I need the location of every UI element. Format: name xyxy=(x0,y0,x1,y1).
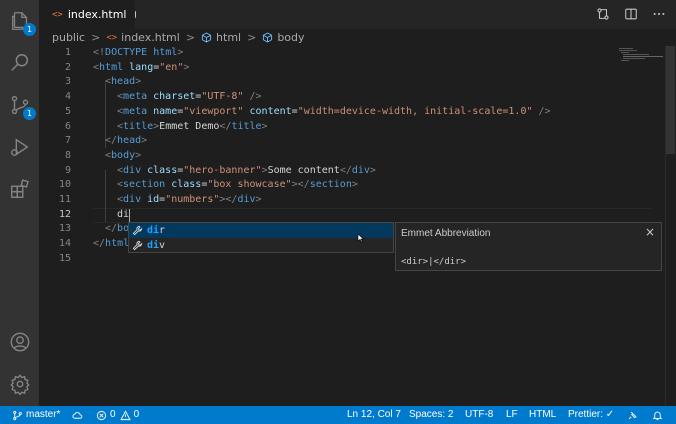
code-line: <meta name="viewport" content="width=dev… xyxy=(117,105,551,117)
line-number: 10 xyxy=(58,179,71,191)
breadcrumb-symbol-body[interactable]: body xyxy=(277,31,304,44)
breadcrumb-separator: > xyxy=(185,31,196,44)
suggestion-item[interactable]: di r xyxy=(129,223,393,238)
tab-index-html[interactable]: <> index.html xyxy=(39,0,135,29)
tab-bar: <> index.html xyxy=(39,0,676,29)
search-icon[interactable] xyxy=(7,50,32,75)
emmet-wrench-icon xyxy=(132,240,143,251)
minimap[interactable] xyxy=(617,46,665,106)
code-line: </html xyxy=(93,238,130,250)
notifications-button[interactable] xyxy=(652,406,666,424)
encoding[interactable]: UTF-8 xyxy=(465,406,493,424)
split-editor-icon[interactable] xyxy=(624,7,638,21)
code-line: </head> xyxy=(105,135,148,147)
account-icon[interactable] xyxy=(7,329,32,354)
git-branch-icon xyxy=(13,410,22,420)
code-line: <title>Emmet Demo</title> xyxy=(117,120,268,132)
scm-badge: 1 xyxy=(23,107,36,120)
extensions-icon[interactable] xyxy=(7,176,32,201)
sync-button[interactable] xyxy=(72,406,86,424)
warning-icon xyxy=(119,409,131,420)
explorer-icon[interactable]: 1 xyxy=(7,8,36,36)
code-line: <html lang="en"> xyxy=(93,61,190,73)
code-line: <body> xyxy=(105,149,142,161)
line-number: 2 xyxy=(64,61,71,73)
cloud-upload-icon xyxy=(72,411,83,419)
code-line: <div id="numbers"></div> xyxy=(117,194,262,205)
symbol-cube-icon xyxy=(201,32,212,43)
open-changes-icon[interactable] xyxy=(596,7,610,21)
line-number: 1 xyxy=(64,47,71,58)
current-line-highlight xyxy=(93,208,653,223)
suggestion-details: Emmet Abbreviation × <dir>|</dir> xyxy=(395,222,662,271)
line-number: 11 xyxy=(58,194,71,205)
line-number: 13 xyxy=(58,223,71,235)
details-title: Emmet Abbreviation xyxy=(401,228,491,239)
emmet-wrench-icon xyxy=(132,225,143,236)
unsaved-dot-icon[interactable] xyxy=(134,11,135,18)
line-number: 15 xyxy=(58,252,71,264)
suggestion-item[interactable]: di v xyxy=(129,238,393,253)
code-line: <meta charset="UTF-8" /> xyxy=(117,91,262,103)
vertical-scrollbar-thumb[interactable] xyxy=(666,46,675,154)
html-file-icon: <> xyxy=(52,9,63,20)
more-actions-icon[interactable] xyxy=(652,7,666,21)
bell-icon xyxy=(652,411,663,420)
tab-label: index.html xyxy=(67,8,127,21)
line-number: 6 xyxy=(64,120,71,132)
indentation[interactable]: Spaces: 2 xyxy=(409,406,453,424)
code-line: <!DOCTYPE html> xyxy=(93,47,184,58)
close-icon[interactable]: × xyxy=(645,225,655,239)
source-control-icon[interactable]: 1 xyxy=(7,92,36,120)
code-line: <div class="hero-banner">Some content</d… xyxy=(117,164,376,176)
line-number: 3 xyxy=(64,76,71,88)
details-preview: <dir>|</dir> xyxy=(401,257,467,267)
symbol-cube-icon xyxy=(262,32,273,43)
line-number: 8 xyxy=(64,149,71,161)
prettier-status[interactable]: Prettier: ✓ xyxy=(568,406,614,424)
error-icon xyxy=(96,410,107,420)
breadcrumb-symbol-html[interactable]: html xyxy=(216,31,241,44)
breadcrumb-separator: > xyxy=(247,31,257,44)
run-debug-icon[interactable] xyxy=(7,134,32,159)
code-line: <section class="box showcase"></section> xyxy=(117,179,358,191)
code-line: </bo xyxy=(105,223,130,235)
line-number: 12 xyxy=(58,208,71,220)
html-file-icon: <> xyxy=(106,32,118,43)
git-branch[interactable]: master* xyxy=(12,406,60,424)
indent-guide xyxy=(105,170,106,222)
text-cursor xyxy=(129,209,130,222)
line-number: 9 xyxy=(64,164,71,176)
end-of-line[interactable]: LF xyxy=(506,406,518,424)
code-line: <head> xyxy=(105,76,142,88)
code-line: di xyxy=(117,208,130,220)
breadcrumb-file[interactable]: index.html xyxy=(121,31,180,44)
language-mode[interactable]: HTML xyxy=(529,406,556,424)
breadcrumb: public > <> index.html > html > body xyxy=(39,29,676,46)
explorer-badge: 1 xyxy=(23,23,36,36)
problems-indicator[interactable]: 0 0 xyxy=(96,406,139,424)
line-number: 14 xyxy=(58,238,71,250)
mouse-pointer-icon xyxy=(357,233,365,243)
settings-gear-icon[interactable] xyxy=(7,371,32,396)
status-bar: master* 0 0 Ln 12, Col 7 Spaces: 2 UTF-8… xyxy=(0,406,676,424)
line-number: 4 xyxy=(64,91,71,103)
breadcrumb-folder[interactable]: public xyxy=(52,31,85,44)
line-number: 5 xyxy=(64,105,71,117)
line-number: 7 xyxy=(64,135,71,147)
activity-bar: 1 1 xyxy=(0,0,39,406)
editor-actions xyxy=(596,7,666,21)
breadcrumb-separator: > xyxy=(91,31,101,44)
feedback-button[interactable] xyxy=(627,406,641,424)
feedback-icon xyxy=(628,411,637,419)
cursor-position[interactable]: Ln 12, Col 7 xyxy=(347,406,401,424)
suggestion-list: di r di v xyxy=(128,222,394,253)
